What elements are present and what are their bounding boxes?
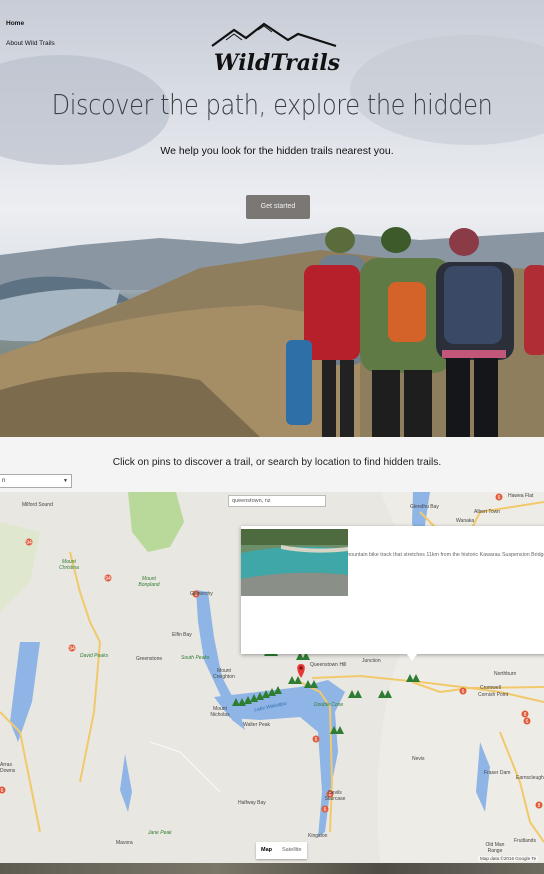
place-label: Mount Creighton: [213, 668, 235, 680]
svg-text:6: 6: [526, 719, 529, 725]
place-label: Jane Peak: [148, 830, 172, 836]
popup-tail: [406, 653, 418, 661]
hero-headline: Discover the path, explore the hidden: [51, 88, 493, 121]
place-label: Northburn: [494, 671, 517, 677]
place-label: Mount Nicholas: [210, 706, 230, 718]
place-label: Albert Town: [474, 509, 501, 515]
place-label: Devils Staircase: [324, 790, 346, 802]
place-label: Kingston: [308, 833, 328, 839]
get-started-button[interactable]: Get started: [246, 195, 310, 219]
place-label: Wanaka: [456, 518, 475, 524]
trail-info-popup: Gibbston River Trail The Gibbston River …: [241, 526, 544, 661]
place-label: Walter Peak: [243, 722, 271, 728]
svg-text:94: 94: [105, 576, 111, 582]
place-label: Greenstone: [136, 656, 163, 662]
trail-map[interactable]: 94 94 94 6 6 6 6 6 6 6 6 8 8 8: [0, 492, 544, 863]
hero-tagline: We help you look for the hidden trails n…: [160, 145, 394, 157]
road-shield-94: 94: [25, 538, 33, 546]
place-label: Old Man Range: [485, 842, 505, 854]
place-label: Fruitlands: [514, 838, 536, 844]
place-label: Queenstown Hill: [310, 662, 347, 668]
place-label: David Peaks: [80, 653, 109, 659]
chevron-down-icon: ▼: [63, 478, 68, 484]
place-label: South Peaks: [181, 655, 210, 661]
svg-text:6: 6: [315, 737, 318, 743]
hiker-1: [286, 227, 366, 437]
road-shield-94: 94: [104, 574, 112, 582]
map-attribution: Map data ©2016 Google Te: [478, 856, 539, 861]
svg-text:94: 94: [69, 646, 75, 652]
map-view-button[interactable]: Map: [256, 842, 277, 859]
place-label: Mount Bonpland: [138, 576, 160, 588]
place-label: Cornish Point: [478, 692, 509, 698]
place-label: Elfin Bay: [172, 632, 192, 638]
place-label: Nevis: [412, 756, 425, 762]
hiker-3: [436, 228, 514, 437]
trail-filter-select[interactable]: n ▼: [0, 474, 72, 488]
place-label: Junction: [362, 658, 381, 664]
place-label: Halfway Bay: [238, 800, 266, 806]
place-label: Mount Christina: [59, 559, 79, 571]
nav-home-link[interactable]: Home: [6, 20, 55, 27]
satellite-view-button[interactable]: Satellite: [277, 842, 307, 859]
place-label: Arras Downs: [0, 762, 16, 774]
filter-value: n: [2, 478, 6, 484]
place-label: Double Cone: [314, 702, 344, 708]
footer-image-strip: [0, 863, 544, 874]
place-label: Glenorchy: [190, 591, 213, 597]
hero-section: Home About Wild Trails WildTrails Discov…: [0, 0, 544, 437]
svg-text:8: 8: [524, 712, 527, 718]
attribution-terms-link[interactable]: Te: [531, 856, 536, 861]
place-label: Mavora: [116, 840, 133, 846]
place-label: Cromwell: [480, 685, 501, 691]
logo-wordmark: WildTrails: [214, 50, 340, 76]
place-label: Earnscleugh: [516, 775, 544, 781]
road-shield-94: 94: [68, 644, 76, 652]
main-nav: Home About Wild Trails: [6, 20, 55, 60]
svg-text:8: 8: [538, 803, 541, 809]
svg-text:6: 6: [1, 788, 4, 794]
attribution-text: Map data ©2016 Google: [480, 856, 531, 861]
map-type-control: Map Satellite: [256, 842, 307, 859]
place-label: Milford Sound: [22, 502, 53, 508]
svg-text:94: 94: [26, 540, 32, 546]
svg-text:6: 6: [324, 807, 327, 813]
place-label: Hawea Flat: [508, 493, 534, 499]
svg-text:6: 6: [462, 689, 465, 695]
place-label: Fraser Dam: [484, 770, 511, 776]
place-label: Glendhu Bay: [410, 504, 439, 510]
nav-about-link[interactable]: About Wild Trails: [6, 40, 55, 47]
trail-photo: [241, 529, 348, 596]
location-search-input[interactable]: queenstown, nz: [228, 495, 326, 507]
svg-text:6: 6: [498, 495, 501, 501]
wild-trails-logo[interactable]: WildTrails: [206, 22, 348, 78]
map-instructions: Click on pins to discover a trail, or se…: [112, 457, 442, 468]
hiker-4: [524, 265, 544, 355]
